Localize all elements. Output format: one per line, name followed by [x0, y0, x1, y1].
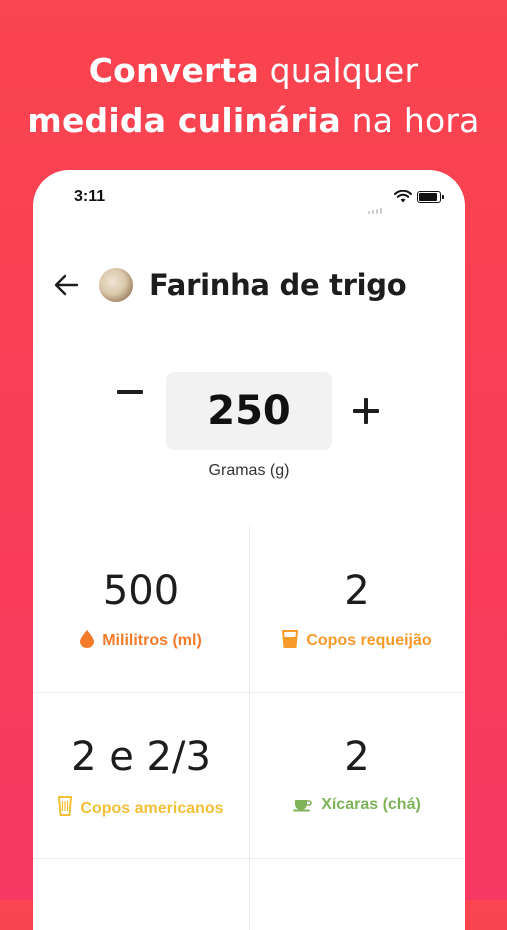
result-cell-ml[interactable]: 500 Mililitros (ml): [33, 526, 249, 692]
page-title: Farinha de trigo: [149, 268, 407, 302]
decrement-button[interactable]: [117, 390, 143, 394]
headline-regular-2: na hora: [340, 101, 480, 140]
teacup-icon: [293, 800, 312, 812]
tall-glass-icon: [58, 796, 73, 816]
result-cell-xicaras[interactable]: 2 Xícaras (chá): [249, 692, 465, 858]
grid-divider-horizontal: [33, 858, 465, 859]
result-label: Copos requeijão: [306, 632, 432, 649]
battery-icon: [417, 191, 444, 203]
result-label: Xícaras (chá): [321, 796, 421, 813]
result-cell-copos-requeijao[interactable]: 2 Copos requeijão: [249, 526, 465, 692]
headline-bold-1: Converta: [88, 51, 259, 90]
unit-selector[interactable]: Gramas (g): [33, 462, 465, 480]
status-bar: 3:11: [33, 170, 465, 222]
headline-regular-1: qualquer: [258, 51, 419, 90]
drop-icon: [80, 630, 95, 648]
result-value: 2: [344, 568, 370, 614]
result-value: 2 e 2/3: [71, 734, 211, 780]
promo-headline: Converta qualquer medida culinária na ho…: [0, 46, 507, 146]
quantity-input[interactable]: 250: [166, 372, 332, 450]
headline-bold-2: medida culinária: [27, 101, 341, 140]
result-value: 2: [344, 734, 370, 780]
status-time: 3:11: [74, 188, 106, 205]
wifi-icon: [394, 190, 412, 203]
result-cell-copos-americanos[interactable]: 2 e 2/3 Copos americanos: [33, 692, 249, 858]
arrow-left-icon[interactable]: [51, 270, 81, 300]
result-label: Mililitros (ml): [102, 632, 202, 649]
glass-icon: [282, 630, 299, 648]
signal-icon: [368, 196, 390, 214]
result-label: Copos americanos: [80, 800, 224, 817]
ingredient-avatar: [99, 268, 133, 302]
increment-button[interactable]: [353, 398, 379, 424]
top-bar: Farinha de trigo: [33, 266, 465, 306]
phone-screen: 3:11 Farinha de trigo 250 Gramas (g) 500…: [33, 170, 465, 930]
result-value: 500: [102, 568, 180, 614]
